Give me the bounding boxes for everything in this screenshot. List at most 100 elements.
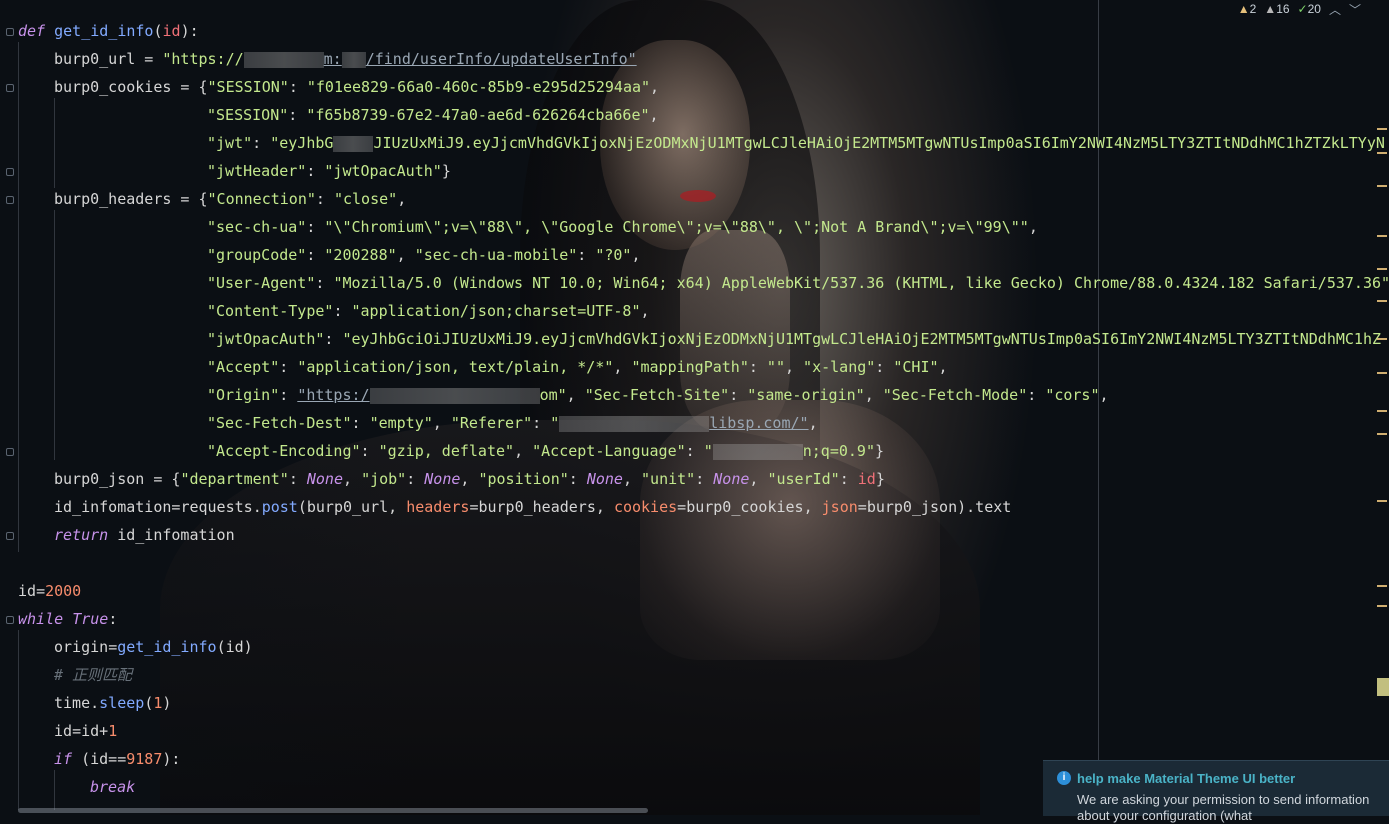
punctuation: ):	[162, 750, 181, 768]
marker[interactable]	[1377, 338, 1387, 340]
method-name: sleep	[99, 694, 145, 712]
kwarg-name: headers	[406, 498, 470, 516]
dict-key: "Origin"	[207, 386, 280, 404]
string: "application/json, text/plain, */*"	[297, 358, 614, 376]
marker[interactable]	[1377, 300, 1387, 302]
string: ""	[766, 358, 785, 376]
code-line[interactable]: id_infomation=requests.post(burp0_url, h…	[54, 493, 1011, 521]
dict-key: "SESSION"	[207, 106, 289, 124]
redacted-block	[559, 415, 710, 432]
marker[interactable]	[1377, 678, 1389, 696]
keyword-if: if	[54, 750, 73, 768]
code-line[interactable]: id=id+1	[54, 717, 117, 745]
variable: origin	[54, 638, 109, 656]
code-line[interactable]: "groupCode": "200288", "sec-ch-ua-mobile…	[207, 241, 641, 269]
error-stripe[interactable]	[1373, 0, 1389, 815]
code-line[interactable]: "jwt": "eyJhbG JIUzUxMiJ9.eyJjcmVhdGVkIjo…	[207, 129, 1385, 157]
string: "close"	[333, 190, 398, 208]
code-line[interactable]: burp0_headers = {"Connection": "close",	[54, 185, 406, 213]
marker[interactable]	[1377, 605, 1387, 607]
count: 2	[1249, 2, 1257, 16]
code-line[interactable]: origin=get_id_info(id)	[54, 633, 253, 661]
argument: burp0_url,	[306, 498, 407, 516]
variable: burp0_url	[54, 50, 136, 68]
horizontal-scrollbar[interactable]	[18, 808, 648, 813]
code-line[interactable]: id=2000	[18, 577, 81, 605]
marker[interactable]	[1377, 372, 1387, 374]
warning-count-b[interactable]: ▲16	[1264, 2, 1289, 16]
dict-key: "department"	[180, 470, 289, 488]
code-line[interactable]: def get_id_info(id):	[18, 17, 199, 45]
code-line[interactable]: burp0_url = "https://m:/find/userInfo/up…	[54, 45, 637, 73]
fold-marker[interactable]	[6, 196, 14, 204]
marker[interactable]	[1377, 433, 1387, 435]
code-line[interactable]: "Accept": "application/json, text/plain,…	[207, 353, 948, 381]
code-line[interactable]: burp0_cookies = {"SESSION": "f01ee829-66…	[54, 73, 659, 101]
number: 1	[108, 722, 118, 740]
code-line[interactable]: "Content-Type": "application/json;charse…	[207, 297, 650, 325]
method-name: post	[261, 498, 298, 516]
code-line[interactable]: burp0_json = {"department": None, "job":…	[54, 465, 885, 493]
keyword-while: while	[18, 610, 64, 628]
code-editor[interactable]: def get_id_info(id): burp0_url = "https:…	[0, 0, 1389, 815]
marker[interactable]	[1377, 128, 1387, 130]
chevron-down-icon[interactable]: ﹀	[1349, 1, 1361, 18]
code-line[interactable]: "User-Agent": "Mozilla/5.0 (Windows NT 1…	[207, 269, 1389, 297]
variable: burp0_cookies	[54, 78, 172, 96]
dict-key: "User-Agent"	[207, 274, 316, 292]
expression: (id==	[81, 750, 127, 768]
marker[interactable]	[1377, 585, 1387, 587]
marker[interactable]	[1377, 500, 1387, 502]
code-line[interactable]: "jwtOpacAuth": "eyJhbGciOiJIUzUxMiJ9.eyJ…	[207, 325, 1381, 353]
fold-marker[interactable]	[6, 616, 14, 624]
notification-balloon[interactable]: i help make Material Theme UI better We …	[1043, 760, 1389, 823]
keyword-break: break	[90, 778, 136, 796]
dict-key: "jwtOpacAuth"	[207, 330, 325, 348]
code-line[interactable]: # 正则匹配	[54, 661, 132, 689]
code-line[interactable]: break	[90, 773, 135, 801]
redacted-block	[341, 51, 366, 68]
marker[interactable]	[1377, 235, 1387, 237]
code-line[interactable]: time.sleep(1)	[54, 689, 171, 717]
string: "f65b8739-67e2-47a0-ae6d-626264cba66e"	[306, 106, 650, 124]
notification-body: We are asking your permission to send in…	[1077, 792, 1370, 823]
string: n;q=0.9"	[802, 442, 875, 460]
dict-key: "SESSION"	[207, 78, 289, 96]
marker[interactable]	[1377, 410, 1387, 412]
code-line[interactable]: "Sec-Fetch-Dest": "empty", "Referer": " l…	[207, 409, 818, 437]
argument: burp0_cookies,	[686, 498, 822, 516]
code-line[interactable]: "sec-ch-ua": "\"Chromium\";v=\"88\", \"G…	[207, 213, 1038, 241]
code-line[interactable]: while True:	[18, 605, 117, 633]
fold-marker[interactable]	[6, 168, 14, 176]
code-line[interactable]: "SESSION": "f65b8739-67e2-47a0-ae6d-6262…	[207, 101, 659, 129]
dict-key: "x-lang"	[803, 358, 876, 376]
code-line[interactable]: "Origin": "https:/om", "Sec-Fetch-Site":…	[207, 381, 1109, 409]
fold-marker[interactable]	[6, 532, 14, 540]
code-line[interactable]: "jwtHeader": "jwtOpacAuth"}	[207, 157, 451, 185]
url-string: libsp.com/"	[709, 414, 809, 432]
warning-count-a[interactable]: ▲2	[1238, 2, 1257, 16]
keyword-def: def	[18, 22, 46, 40]
marker[interactable]	[1377, 185, 1387, 187]
fold-marker[interactable]	[6, 84, 14, 92]
fold-marker[interactable]	[6, 28, 14, 36]
notification-title[interactable]: help make Material Theme UI better	[1077, 771, 1295, 786]
marker[interactable]	[1377, 152, 1387, 154]
url-string: "https:/	[297, 386, 370, 404]
marker[interactable]	[1377, 268, 1387, 270]
inspection-widget[interactable]: ▲2 ▲16 ✓20 ︿ ﹀	[1238, 0, 1361, 18]
fold-marker[interactable]	[6, 448, 14, 456]
ok-count[interactable]: ✓20	[1298, 2, 1321, 16]
code-line[interactable]: if (id==9187):	[54, 745, 180, 773]
code-line[interactable]: return id_infomation	[54, 521, 235, 549]
string: "eyJhbG	[270, 134, 334, 152]
indent-guide	[54, 210, 55, 460]
chevron-up-icon[interactable]: ︿	[1329, 1, 1341, 18]
warning-icon: ▲	[1237, 2, 1250, 16]
kwarg-name: cookies	[613, 498, 678, 516]
string: "?0"	[595, 246, 632, 264]
dict-key: "Accept-Language"	[532, 442, 686, 460]
argument: burp0_headers,	[478, 498, 614, 516]
indent-guide	[54, 98, 55, 188]
code-line[interactable]: "Accept-Encoding": "gzip, deflate", "Acc…	[207, 437, 884, 465]
